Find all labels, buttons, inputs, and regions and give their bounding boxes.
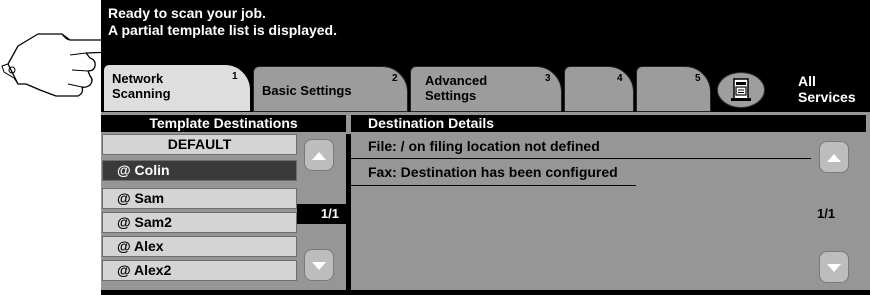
tab-label: Basic Settings: [262, 83, 352, 98]
tab-basic-settings[interactable]: Basic Settings 2: [253, 66, 408, 112]
file-destination-detail: File: / on filing location not defined: [368, 138, 600, 154]
status-line-2: A partial template list is displayed.: [108, 22, 337, 38]
fax-destination-detail: Fax: Destination has been configured: [368, 164, 618, 180]
detail-divider: [351, 158, 811, 159]
tab-number: 4: [617, 73, 623, 84]
bottom-border: [101, 290, 870, 295]
down-arrow-icon: [312, 262, 326, 270]
template-item-alex2[interactable]: @ Alex2: [102, 260, 297, 281]
up-arrow-icon: [827, 154, 841, 162]
tab-network-scanning[interactable]: Network Scanning 1: [103, 64, 251, 112]
details-scroll-up-button[interactable]: [819, 141, 849, 173]
tab-label: Network: [112, 71, 164, 86]
tab-5[interactable]: 5: [636, 66, 711, 112]
tab-number: 3: [545, 73, 551, 84]
document-services-icon: [731, 78, 751, 101]
all-services-label: All: [798, 73, 816, 89]
template-item-sam2[interactable]: @ Sam2: [102, 212, 297, 233]
services-button[interactable]: [717, 72, 765, 108]
device-screen: Ready to scan your job. A partial templa…: [101, 0, 870, 295]
tab-label: Scanning: [112, 86, 171, 101]
all-services-label: Services: [798, 89, 856, 105]
template-item-default[interactable]: DEFAULT: [102, 134, 297, 155]
main-panel: Template Destinations Destination Detail…: [101, 112, 870, 295]
tab-label: Advanced: [425, 73, 488, 88]
template-item-alex[interactable]: @ Alex: [102, 236, 297, 257]
detail-divider: [351, 185, 636, 186]
tab-number: 1: [232, 71, 238, 82]
tab-label: Settings: [425, 88, 477, 103]
status-line-1: Ready to scan your job.: [108, 5, 266, 21]
destination-details-header: Destination Details: [351, 115, 866, 132]
tab-advanced-settings[interactable]: Advanced Settings 3: [410, 66, 562, 112]
details-page-indicator: 1/1: [817, 206, 836, 221]
tab-number: 5: [695, 73, 701, 84]
tab-4[interactable]: 4: [564, 66, 634, 112]
down-arrow-icon: [827, 264, 841, 272]
all-services-button[interactable]: All Services: [798, 73, 856, 105]
status-message: Ready to scan your job. A partial templa…: [108, 5, 337, 39]
up-arrow-icon: [312, 152, 326, 160]
template-scroll-down-button[interactable]: [304, 249, 334, 281]
template-page-indicator: 1/1: [297, 204, 347, 224]
details-scroll-down-button[interactable]: [819, 251, 849, 283]
template-item-sam[interactable]: @ Sam: [102, 188, 297, 209]
tab-number: 2: [392, 73, 398, 84]
template-item-colin[interactable]: @ Colin: [102, 160, 297, 181]
template-destinations-header: Template Destinations: [101, 115, 346, 132]
template-scroll-up-button[interactable]: [304, 139, 334, 171]
